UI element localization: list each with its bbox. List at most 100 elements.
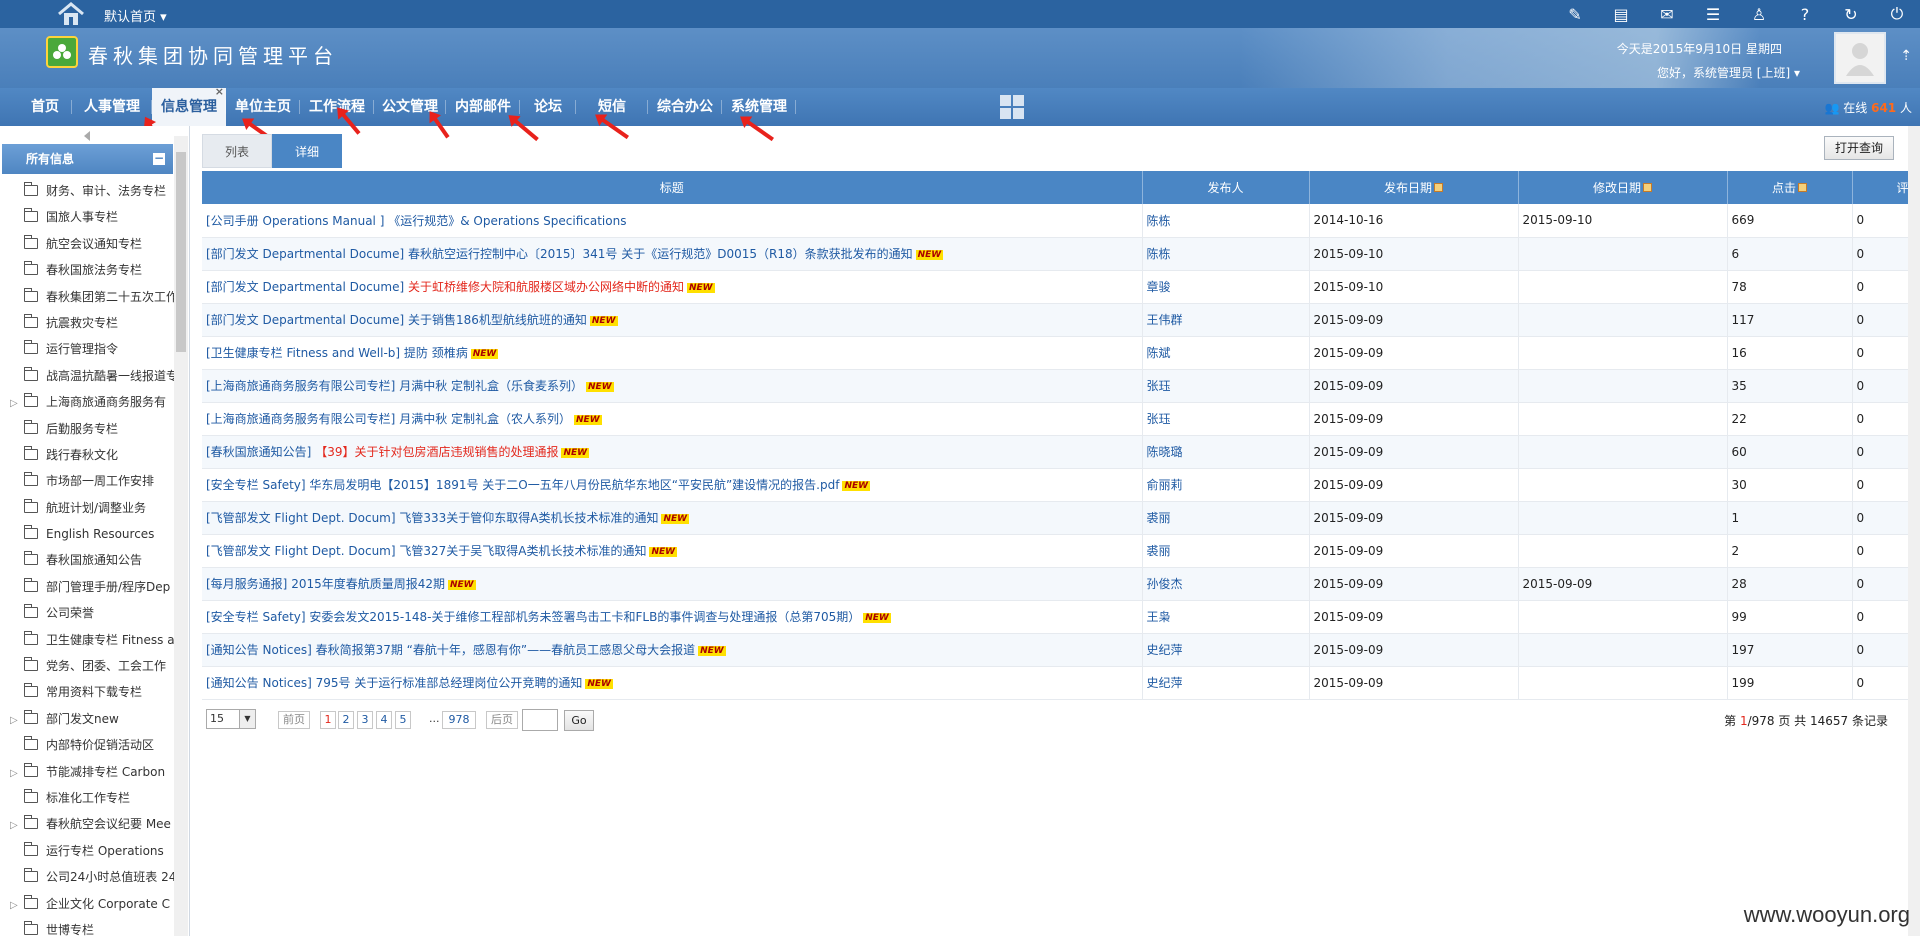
sidebar-item[interactable]: 国旅人事专栏 [0,204,174,230]
sidebar-item[interactable]: 后勤服务专栏 [0,416,174,442]
close-icon[interactable]: × [215,86,224,98]
expand-icon[interactable]: ▷ [10,391,24,415]
post-category-link[interactable]: [卫生健康专栏 Fitness and Well-b] [206,346,400,360]
sidebar-item[interactable]: 春秋国旅法务专栏 [0,257,174,283]
home-icon[interactable] [56,1,86,27]
sidebar-item[interactable]: ▷ 春秋航空会议纪要 Mee [0,811,174,837]
post-category-link[interactable]: [飞管部发文 Flight Dept. Docum] [206,544,396,558]
publisher-link[interactable]: 王伟群 [1147,313,1183,327]
nav-item[interactable]: 单位主页 [226,88,300,126]
post-title-link[interactable]: 春秋简报第37期 “春航十年，感恩有你”——春航员工感恩父母大会报道 [312,643,696,657]
publisher-link[interactable]: 王枭 [1147,610,1171,624]
help-icon[interactable]: ? [1782,0,1828,28]
nav-item[interactable]: 综合办公 [648,88,722,126]
post-category-link[interactable]: [部门发文 Departmental Docume] [206,313,404,327]
expand-icon[interactable]: ▷ [10,813,24,837]
sidebar-item[interactable]: 践行春秋文化 [0,442,174,468]
column-header[interactable]: 点击 [1727,171,1853,204]
collapse-left-icon[interactable] [84,131,90,141]
sidebar-item[interactable]: 财务、审计、法务专栏 [0,178,174,204]
tab-list[interactable]: 列表 [202,134,272,168]
last-page-button[interactable]: 978 [442,711,476,729]
sidebar-item[interactable]: 运行专栏 Operations [0,838,174,864]
nav-item[interactable]: 系统管理 [722,88,796,126]
post-category-link[interactable]: [安全专栏 Safety] [206,478,306,492]
user-status[interactable]: 您好，系统管理员 [上班] ▾ [1657,64,1800,81]
post-category-link[interactable]: [飞管部发文 Flight Dept. Docum] [206,511,396,525]
post-category-link[interactable]: [安全专栏 Safety] [206,610,306,624]
page-number-button[interactable]: 1 [320,711,336,729]
sidebar-collapse-bar[interactable] [0,126,189,144]
nav-item[interactable]: 短信 [576,88,648,126]
publisher-link[interactable]: 裘丽 [1147,511,1171,525]
post-category-link[interactable]: [通知公告 Notices] [206,676,312,690]
post-category-link[interactable]: [部门发文 Departmental Docume] [206,247,404,261]
sidebar-item[interactable]: 市场部一周工作安排 [0,468,174,494]
publisher-link[interactable]: 史纪萍 [1147,643,1183,657]
sidebar-scrollbar[interactable] [174,136,188,936]
publisher-link[interactable]: 张珏 [1147,379,1171,393]
publisher-link[interactable]: 史纪萍 [1147,676,1183,690]
sidebar-item[interactable]: 抗震救灾专栏 [0,310,174,336]
publisher-link[interactable]: 陈晓璐 [1147,445,1183,459]
power-icon[interactable]: ⏻ [1874,0,1920,28]
sidebar-item[interactable]: 卫生健康专栏 Fitness a [0,627,174,653]
next-page-button[interactable]: 后页 [486,711,518,729]
post-title-link[interactable]: 安委会发文2015-148-关于维修工程部机务未签署鸟击工卡和FLB的事件调查与… [306,610,860,624]
prev-page-button[interactable]: 前页 [278,711,310,729]
post-title-link[interactable]: 飞管327关于吴飞取得A类机长技术标准的通知 [396,544,646,558]
publisher-link[interactable]: 陈栋 [1147,214,1171,228]
page-scrollbar[interactable] [1908,126,1920,936]
post-title-link[interactable]: 2015年度春航质量周报42期 [287,577,445,591]
post-title-link[interactable]: 华东局发明电【2015】1891号 关于二O一五年八月份民航华东地区“平安民航”… [306,478,839,492]
page-number-button[interactable]: 3 [357,711,373,729]
publisher-link[interactable]: 陈栋 [1147,247,1171,261]
page-jump-input[interactable] [522,709,558,731]
sidebar-item[interactable]: 标准化工作专栏 [0,785,174,811]
sidebar-item[interactable]: 战高温抗酷暑一线报道专 [0,363,174,389]
post-category-link[interactable]: [上海商旅通商务服务有限公司专栏] [206,412,395,426]
sidebar-item[interactable]: 春秋国旅通知公告 [0,547,174,573]
page-number-button[interactable]: 5 [395,711,411,729]
post-title-link[interactable]: 【39】关于针对包房酒店违规销售的处理通报 [311,445,558,459]
app-grid-icon[interactable] [1000,95,1024,119]
post-category-link[interactable]: [通知公告 Notices] [206,643,312,657]
page-number-button[interactable]: 4 [376,711,392,729]
expand-icon[interactable]: ▷ [10,761,24,785]
post-title-link[interactable]: 关于销售186机型航线航班的通知 [404,313,587,327]
nav-item[interactable]: 信息管理 × [152,86,226,126]
avatar[interactable] [1834,32,1886,84]
default-home-menu[interactable]: 默认首页 ▾ [104,6,167,25]
post-title-link[interactable]: 795号 关于运行标准部总经理岗位公开竞聘的通知 [312,676,583,690]
post-category-link[interactable]: [春秋国旅通知公告] [206,445,311,459]
sidebar-item[interactable]: 内部特价促销活动区 [0,732,174,758]
column-header[interactable]: 发布日期 [1309,171,1519,204]
publisher-link[interactable]: 陈斌 [1147,346,1171,360]
post-title-link[interactable]: 月满中秋 定制礼盒（农人系列） [395,412,571,426]
collapse-icon[interactable]: − [153,152,165,165]
publisher-link[interactable]: 张珏 [1147,412,1171,426]
sidebar-item[interactable]: ▷ 节能减排专栏 Carbon [0,759,174,785]
sort-icon[interactable] [1434,183,1443,192]
tab-detail[interactable]: 详细 [272,134,342,168]
sidebar-item[interactable]: ▷ 部门发文new [0,706,174,732]
sidebar-item[interactable]: ▷ 企业文化 Corporate C [0,891,174,917]
sidebar-item[interactable]: 公司荣誉 [0,600,174,626]
post-category-link[interactable]: [上海商旅通商务服务有限公司专栏] [206,379,395,393]
column-header[interactable]: 修改日期 [1518,171,1728,204]
sidebar-item[interactable]: English Resources [0,521,174,547]
post-title-link[interactable]: 关于虹桥维修大院和航服楼区域办公网络中断的通知 [404,280,684,294]
sidebar-item[interactable]: 公司24小时总值班表 24 [0,864,174,890]
open-query-button[interactable]: 打开查询 [1824,136,1894,160]
publisher-link[interactable]: 裘丽 [1147,544,1171,558]
sidebar-item[interactable]: 运行管理指令 [0,336,174,362]
post-title-link[interactable]: 月满中秋 定制礼盒（乐食麦系列） [395,379,583,393]
sidebar-item[interactable]: 春秋集团第二十五次工作 [0,284,174,310]
scroll-thumb[interactable] [176,152,186,352]
expand-icon[interactable]: ▷ [10,708,24,732]
edit-note-icon[interactable]: ✎ [1552,0,1598,28]
post-category-link[interactable]: [部门发文 Departmental Docume] [206,280,404,294]
nav-item[interactable]: 论坛 [520,88,576,126]
publisher-link[interactable]: 章骏 [1147,280,1171,294]
page-size-select[interactable]: 15 ▼ [206,709,256,729]
